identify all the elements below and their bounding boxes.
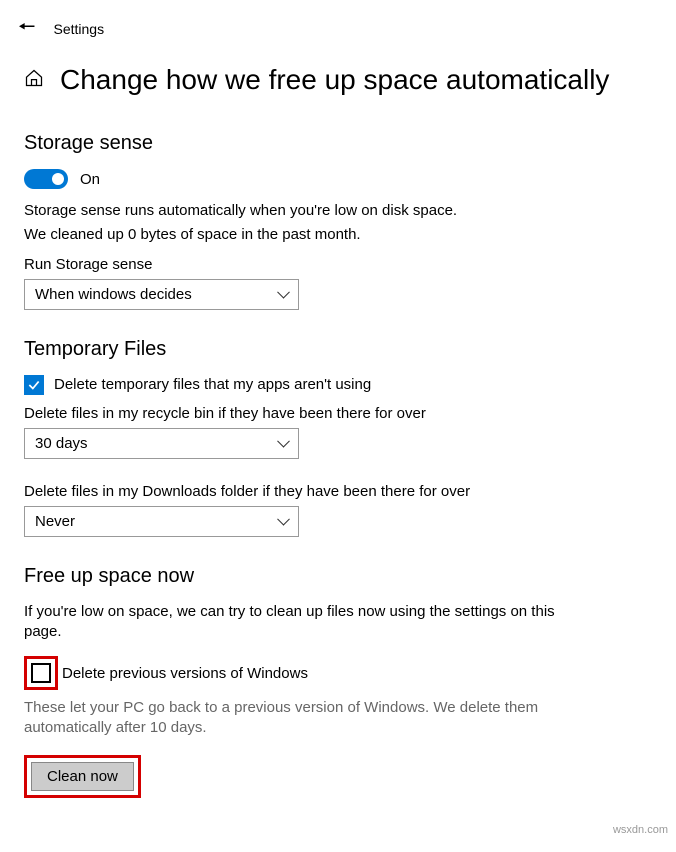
run-storage-sense-dropdown[interactable]: When windows decides [24,279,299,310]
delete-previous-label: Delete previous versions of Windows [62,665,308,682]
delete-previous-checkbox[interactable] [31,663,51,683]
highlight-box-icon: Clean now [24,755,141,798]
storage-sense-desc-2: We cleaned up 0 bytes of space in the pa… [24,225,652,245]
back-arrow-icon[interactable]: 🠔 [18,12,36,46]
temporary-files-heading: Temporary Files [24,338,652,361]
recycle-bin-label: Delete files in my recycle bin if they h… [24,405,652,422]
dropdown-value: 30 days [35,435,88,452]
storage-sense-toggle[interactable] [24,169,68,189]
delete-previous-hint: These let your PC go back to a previous … [24,698,564,739]
dropdown-value: When windows decides [35,286,192,303]
home-icon[interactable] [24,68,44,93]
topbar-title: Settings [54,21,105,37]
downloads-dropdown[interactable]: Never [24,506,299,537]
run-storage-sense-label: Run Storage sense [24,256,652,273]
dropdown-value: Never [35,513,75,530]
clean-now-button[interactable]: Clean now [31,762,134,791]
downloads-label: Delete files in my Downloads folder if t… [24,483,652,500]
free-up-heading: Free up space now [24,565,652,588]
watermark-text: wsxdn.com [613,824,668,836]
storage-sense-desc-1: Storage sense runs automatically when yo… [24,201,652,221]
delete-temp-checkbox[interactable] [24,375,44,395]
delete-temp-label: Delete temporary files that my apps aren… [54,376,371,393]
page-title: Change how we free up space automaticall… [60,64,609,96]
free-up-intro: If you're low on space, we can try to cl… [24,602,564,643]
storage-sense-toggle-label: On [80,171,100,188]
storage-sense-heading: Storage sense [24,132,652,155]
recycle-bin-dropdown[interactable]: 30 days [24,428,299,459]
highlight-box-icon [24,656,58,690]
